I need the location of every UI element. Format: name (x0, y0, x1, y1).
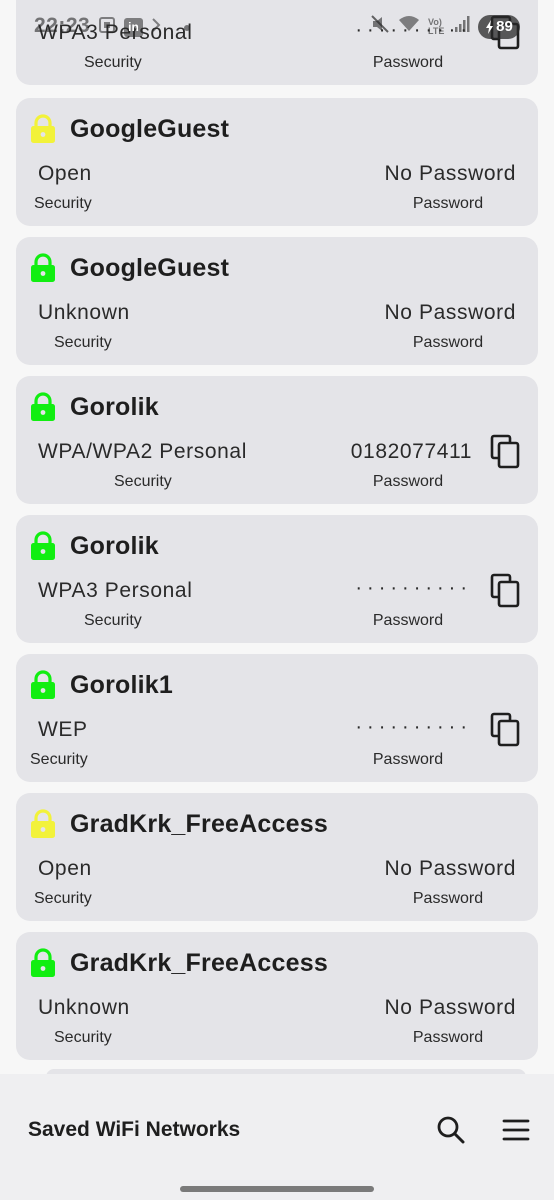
network-card[interactable]: Gorolik WPA3 Personal Security ·········… (16, 515, 538, 643)
copy-password-button[interactable] (490, 15, 522, 51)
password-caption: Password (412, 334, 484, 351)
network-card[interactable]: GoogleGuest Unknown Security No Password… (16, 237, 538, 365)
security-caption: Security (34, 195, 92, 212)
copy-icon (490, 573, 520, 608)
network-name: GoogleGuest (70, 114, 230, 143)
security-value: WPA/WPA2 Personal (38, 440, 247, 463)
security-value: WPA3 Personal (38, 21, 193, 44)
network-card[interactable]: WPA3 Personal Security ·········· Passwo… (16, 0, 538, 85)
card-header: Gorolik1 (30, 670, 173, 700)
password-value: No Password (384, 162, 516, 185)
network-name: Gorolik (70, 392, 159, 421)
security-caption: Security (84, 612, 142, 629)
card-header: GradKrk_FreeAccess (30, 809, 328, 839)
password-value: No Password (384, 857, 516, 880)
password-caption: Password (372, 473, 444, 490)
copy-icon (490, 434, 520, 469)
lock-icon (31, 531, 55, 560)
password-value: ·········· (355, 577, 472, 599)
security-value: Open (38, 162, 92, 185)
password-caption: Password (372, 54, 444, 71)
password-value: 0182077411 (350, 440, 472, 463)
network-card[interactable]: GoogleGuest Open Security No Password Pa… (16, 98, 538, 226)
security-value: Unknown (38, 301, 130, 324)
security-value: Unknown (38, 996, 130, 1019)
network-name: Gorolik1 (70, 670, 174, 699)
security-caption: Security (84, 54, 142, 71)
password-value: ·········· (355, 716, 472, 738)
lock-icon (31, 392, 55, 421)
security-value: Open (38, 857, 92, 880)
card-header: Gorolik (30, 531, 159, 561)
password-caption: Password (412, 195, 484, 212)
copy-icon (490, 15, 520, 50)
card-header: GoogleGuest (30, 114, 229, 144)
card-header: GradKrk_FreeAccess (30, 948, 328, 978)
menu-icon (502, 1119, 530, 1141)
security-caption: Security (30, 751, 88, 768)
app-title: Saved WiFi Networks (28, 1118, 241, 1141)
card-header: Gorolik (30, 392, 159, 422)
security-value: WPA3 Personal (38, 579, 193, 602)
copy-password-button[interactable] (490, 712, 522, 748)
password-caption: Password (372, 751, 444, 768)
lock-icon (31, 253, 55, 282)
copy-password-button[interactable] (490, 573, 522, 609)
bottom-app-bar: Saved WiFi Networks (0, 1074, 554, 1200)
password-value: No Password (384, 301, 516, 324)
network-card[interactable]: GradKrk_FreeAccess Unknown Security No P… (16, 932, 538, 1060)
network-name: GradKrk_FreeAccess (70, 948, 328, 977)
password-value: No Password (384, 996, 516, 1019)
security-caption: Security (54, 334, 112, 351)
search-icon (437, 1116, 465, 1144)
card-header: GoogleGuest (30, 253, 229, 283)
network-name: GradKrk_FreeAccess (70, 809, 328, 838)
security-caption: Security (114, 473, 172, 490)
password-value: ·········· (355, 19, 472, 41)
gesture-bar[interactable] (180, 1186, 374, 1192)
copy-icon (490, 712, 520, 747)
password-caption: Password (412, 1029, 484, 1046)
password-caption: Password (412, 890, 484, 907)
lock-icon (31, 670, 55, 699)
lock-icon (31, 948, 55, 977)
network-name: GoogleGuest (70, 253, 230, 282)
network-card[interactable]: Gorolik WPA/WPA2 Personal Security 01820… (16, 376, 538, 504)
network-card[interactable]: GradKrk_FreeAccess Open Security No Pass… (16, 793, 538, 921)
password-caption: Password (372, 612, 444, 629)
menu-button[interactable] (496, 1110, 536, 1150)
lock-icon (31, 809, 55, 838)
lock-icon (31, 114, 55, 143)
security-caption: Security (54, 1029, 112, 1046)
network-card[interactable]: Gorolik1 WEP Security ·········· Passwor… (16, 654, 538, 782)
security-caption: Security (34, 890, 92, 907)
security-value: WEP (38, 718, 88, 741)
network-name: Gorolik (70, 531, 159, 560)
search-button[interactable] (431, 1110, 471, 1150)
copy-password-button[interactable] (490, 434, 522, 470)
